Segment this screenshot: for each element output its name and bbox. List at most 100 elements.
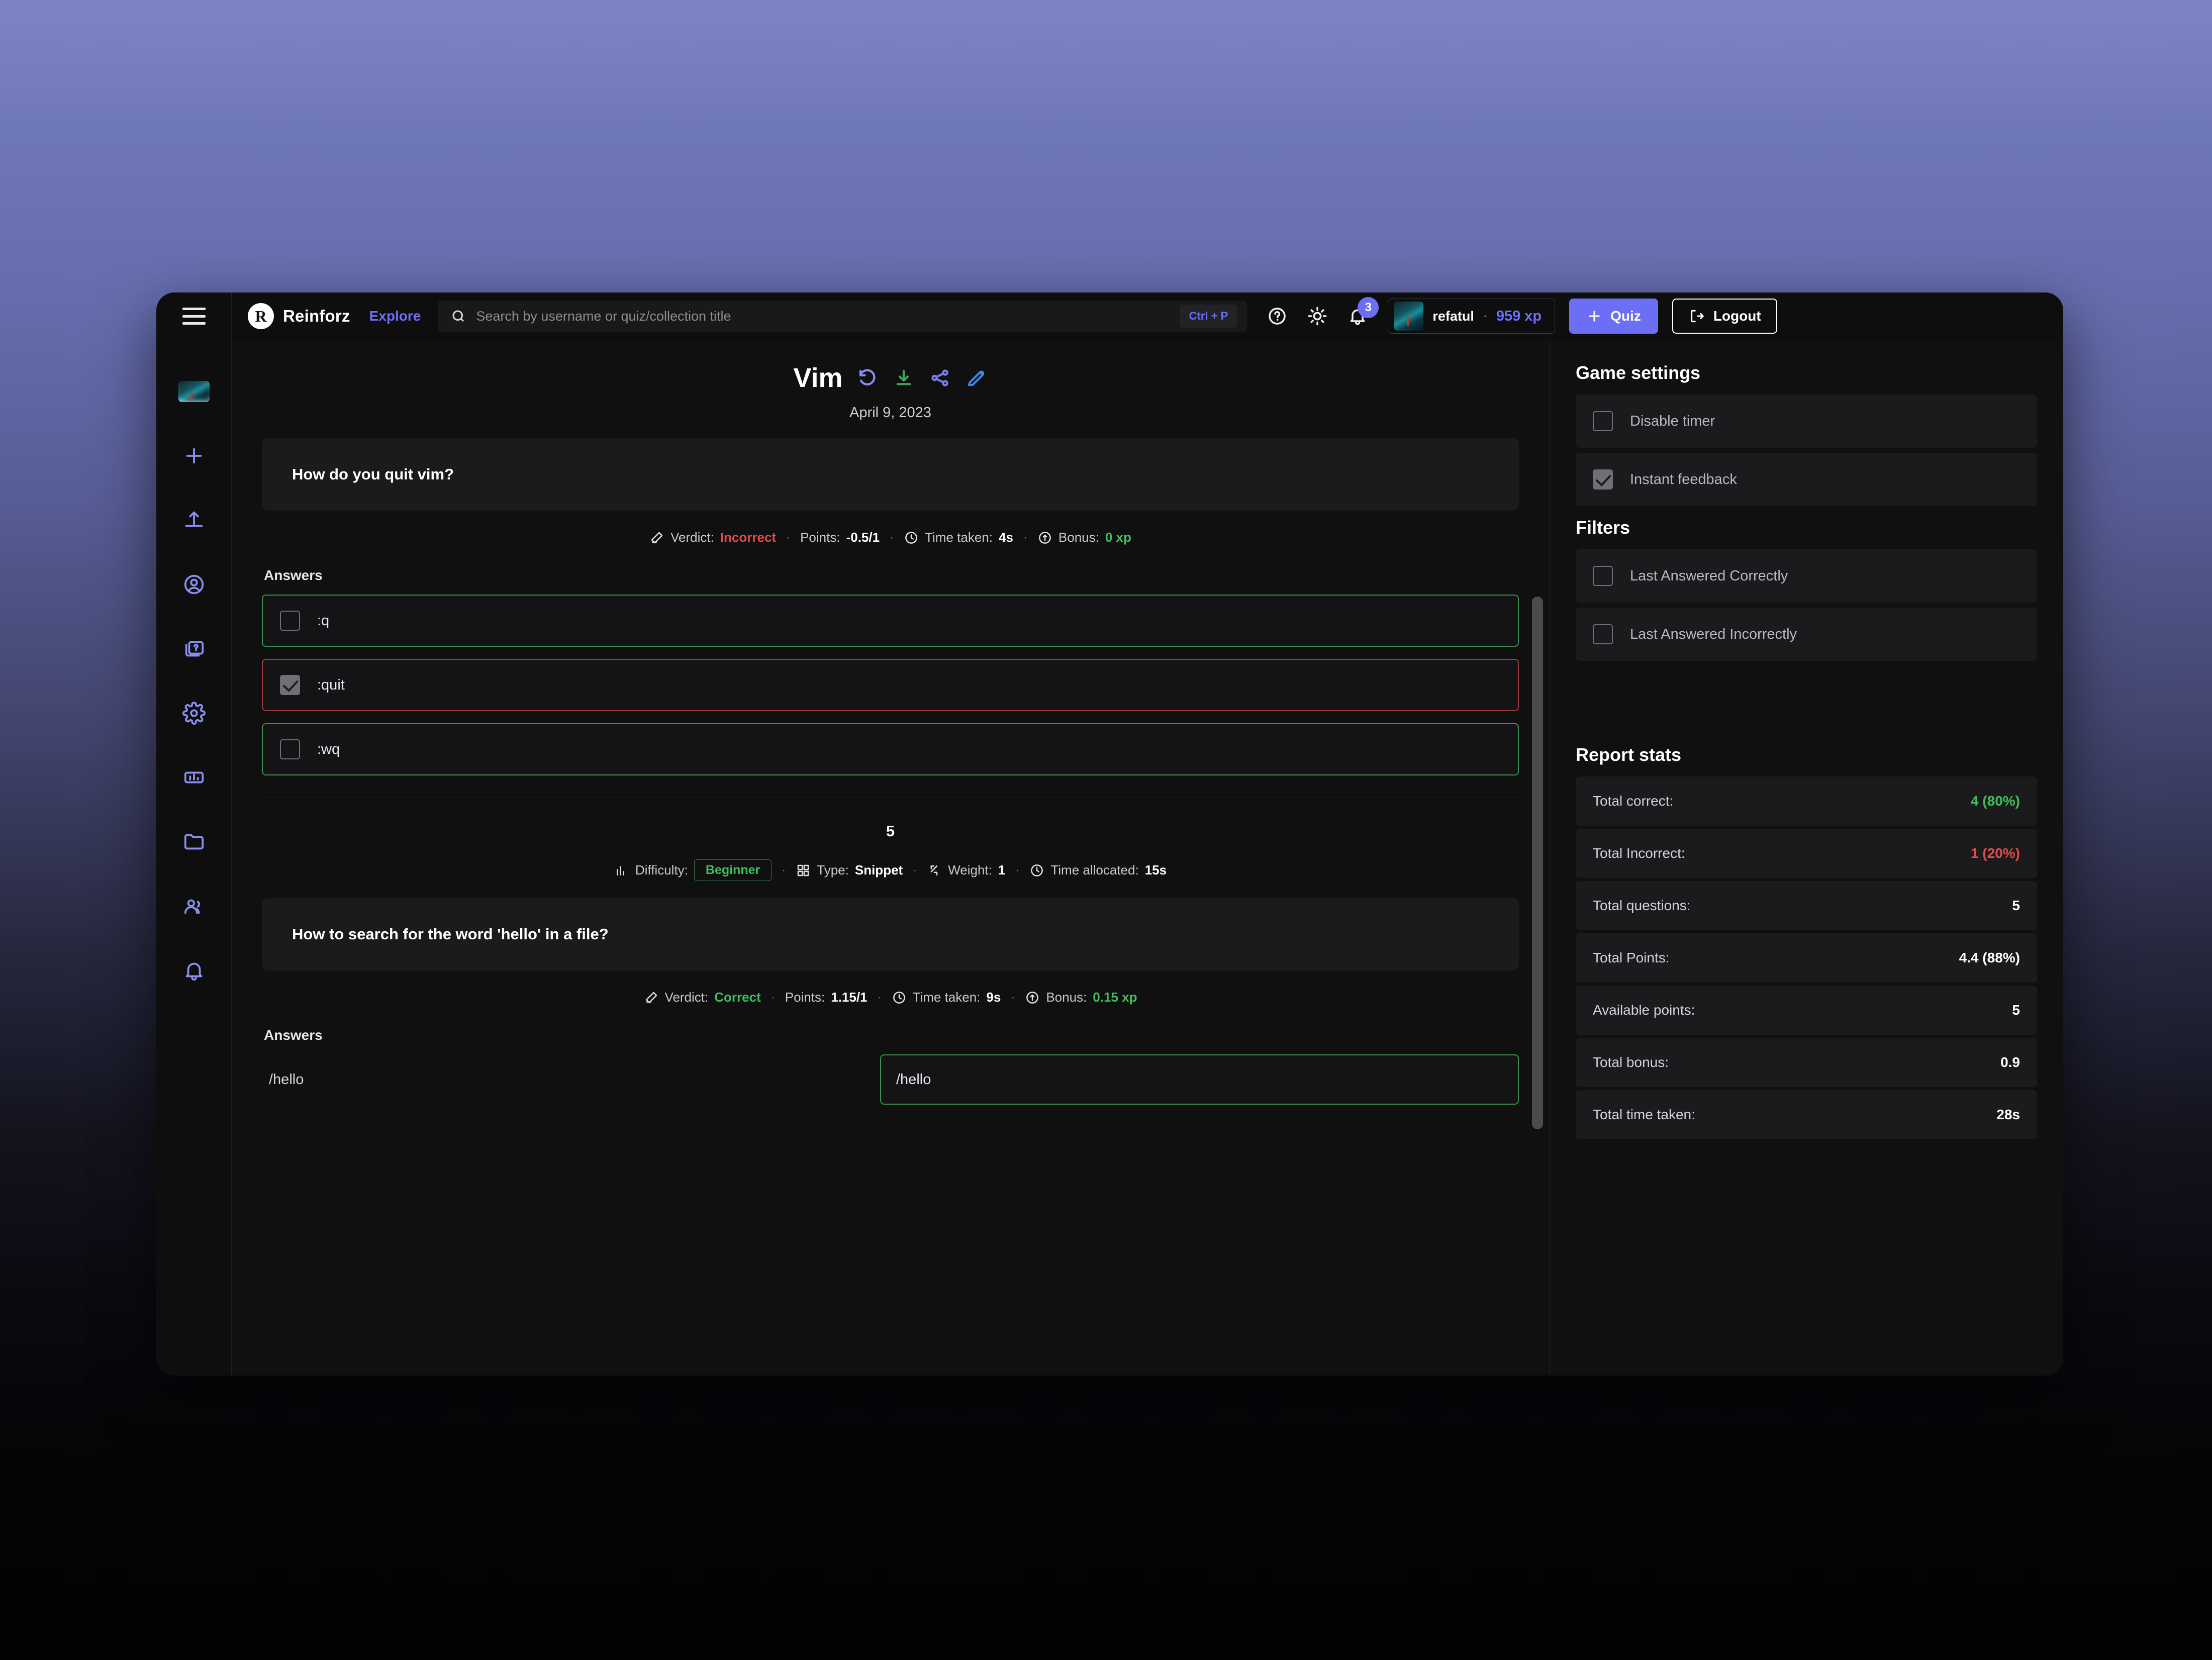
expected-answer-text: /hello: [262, 1071, 860, 1088]
user-chip[interactable]: refatul · 959 xp: [1388, 299, 1555, 334]
filter-checkbox[interactable]: [1593, 624, 1613, 644]
sun-icon: [1307, 306, 1327, 326]
bonus-group: Bonus: 0.15 xp: [1025, 990, 1137, 1005]
freeform-answer-row: /hello /hello: [262, 1054, 1519, 1105]
notifications-button[interactable]: 3: [1344, 303, 1371, 329]
question-card: How to search for the word 'hello' in a …: [262, 898, 1519, 970]
sidebar-item-profile[interactable]: [156, 552, 231, 617]
user-xp: 959 xp: [1496, 308, 1542, 325]
stat-value: 0.9: [2000, 1054, 2020, 1070]
folder-icon: [182, 830, 206, 853]
brand[interactable]: R Reinforz Explore: [248, 303, 421, 329]
filter-last-answered-incorrectly[interactable]: Last Answered Incorrectly: [1576, 608, 2037, 661]
stat-key: Total questions:: [1593, 898, 1691, 914]
time-taken-value: 4s: [999, 530, 1013, 545]
clock-icon: [1029, 863, 1044, 878]
weight-label: Weight:: [948, 862, 992, 878]
setting-label: Instant feedback: [1630, 471, 1737, 488]
answer-checkbox[interactable]: [280, 611, 300, 631]
points-value: -0.5/1: [846, 530, 880, 545]
share-quiz-button[interactable]: [928, 366, 951, 389]
time-taken-value: 9s: [986, 990, 1001, 1005]
answer-option[interactable]: :wq: [262, 723, 1519, 775]
bonus-icon: [1037, 530, 1052, 545]
given-answer-field[interactable]: /hello: [880, 1054, 1519, 1105]
page-title: Vim: [793, 362, 842, 394]
stat-row: Total correct: 4 (80%): [1576, 776, 2037, 826]
hamburger-menu-icon[interactable]: [182, 308, 206, 325]
quiz-card-icon: [182, 637, 206, 660]
bonus-value: 0.15 xp: [1093, 990, 1137, 1005]
sidebar-item-stats[interactable]: [156, 745, 231, 810]
logout-button[interactable]: Logout: [1672, 299, 1777, 334]
nav-explore-link[interactable]: Explore: [369, 308, 421, 324]
sidebar-item-collections[interactable]: [156, 810, 231, 874]
search-bar[interactable]: Ctrl + P: [438, 301, 1247, 332]
meta-separator: ·: [782, 863, 786, 877]
sidebar-item-groups[interactable]: [156, 874, 231, 938]
answer-checkbox[interactable]: [280, 739, 300, 759]
download-report-button[interactable]: [892, 366, 915, 389]
search-input[interactable]: [476, 309, 1170, 324]
setting-label: Disable timer: [1630, 413, 1715, 430]
answers-heading: Answers: [264, 567, 1519, 583]
stat-key: Total time taken:: [1593, 1107, 1695, 1123]
content-scrollbar[interactable]: [1532, 340, 1543, 1376]
points-group: Points: -0.5/1: [800, 530, 880, 545]
stat-value: 5: [2012, 1002, 2020, 1018]
meta-separator: ·: [1015, 863, 1019, 877]
weight-group: Weight: 1: [927, 862, 1005, 878]
answer-option[interactable]: :quit: [262, 659, 1519, 711]
quiz-date: April 9, 2023: [262, 405, 1519, 421]
report-scroll-area[interactable]: Vim April 9, 2: [232, 340, 1549, 1376]
question-circle-icon: [1267, 306, 1287, 326]
difficulty-badge: Beginner: [694, 859, 772, 881]
bonus-label: Bonus:: [1046, 990, 1087, 1005]
question-verdict-row: Verdict: Incorrect · Points: -0.5/1 · Ti…: [262, 530, 1519, 545]
sidebar-item-upload[interactable]: [156, 488, 231, 552]
answer-checkbox[interactable]: [280, 675, 300, 695]
sidebar-item-notifications[interactable]: [156, 938, 231, 1003]
answer-option[interactable]: :q: [262, 595, 1519, 647]
setting-checkbox[interactable]: [1593, 469, 1613, 490]
meta-separator: ·: [1011, 991, 1015, 1005]
clock-icon: [892, 990, 907, 1005]
sidebar-item-create[interactable]: [156, 424, 231, 488]
theme-toggle-button[interactable]: [1304, 303, 1330, 329]
stat-row: Total time taken: 28s: [1576, 1090, 2037, 1139]
type-value: Snippet: [855, 862, 903, 878]
stat-value: 1 (20%): [1971, 845, 2020, 861]
sidebar-item-avatar[interactable]: [156, 359, 231, 424]
answer-option-label: :quit: [317, 677, 345, 694]
setting-instant-feedback[interactable]: Instant feedback: [1576, 453, 2037, 506]
user-circle-icon: [182, 573, 206, 596]
reset-quiz-button[interactable]: [856, 366, 879, 389]
answer-option-label: :wq: [317, 741, 340, 758]
time-allocated-label: Time allocated:: [1050, 862, 1138, 878]
menu-toggle[interactable]: [156, 292, 231, 340]
setting-disable-timer[interactable]: Disable timer: [1576, 395, 2037, 448]
stat-value: 5: [2012, 898, 2020, 914]
filters-heading: Filters: [1576, 517, 2037, 538]
edit-quiz-button[interactable]: [965, 366, 988, 389]
time-allocated-value: 15s: [1145, 862, 1167, 878]
sidebar-item-settings[interactable]: [156, 681, 231, 745]
notification-count-badge: 3: [1358, 297, 1379, 318]
stat-key: Total correct:: [1593, 793, 1673, 809]
difficulty-label: Difficulty:: [635, 862, 688, 878]
setting-checkbox[interactable]: [1593, 411, 1613, 431]
gear-icon: [182, 702, 206, 725]
scrollbar-thumb[interactable]: [1532, 597, 1543, 1129]
add-quiz-button[interactable]: Quiz: [1569, 299, 1658, 334]
avatar: [178, 381, 210, 402]
filter-label: Last Answered Correctly: [1630, 568, 1788, 584]
help-button[interactable]: [1264, 303, 1290, 329]
sidebar-item-quizzes[interactable]: [156, 617, 231, 681]
avatar: [1394, 302, 1423, 331]
report-content: Vim April 9, 2: [232, 340, 1550, 1376]
filter-last-answered-correctly[interactable]: Last Answered Correctly: [1576, 549, 2037, 603]
filter-checkbox[interactable]: [1593, 566, 1613, 586]
answer-option-label: :q: [317, 613, 329, 629]
report-stats-heading: Report stats: [1576, 744, 2037, 765]
user-name: refatul: [1432, 309, 1474, 324]
